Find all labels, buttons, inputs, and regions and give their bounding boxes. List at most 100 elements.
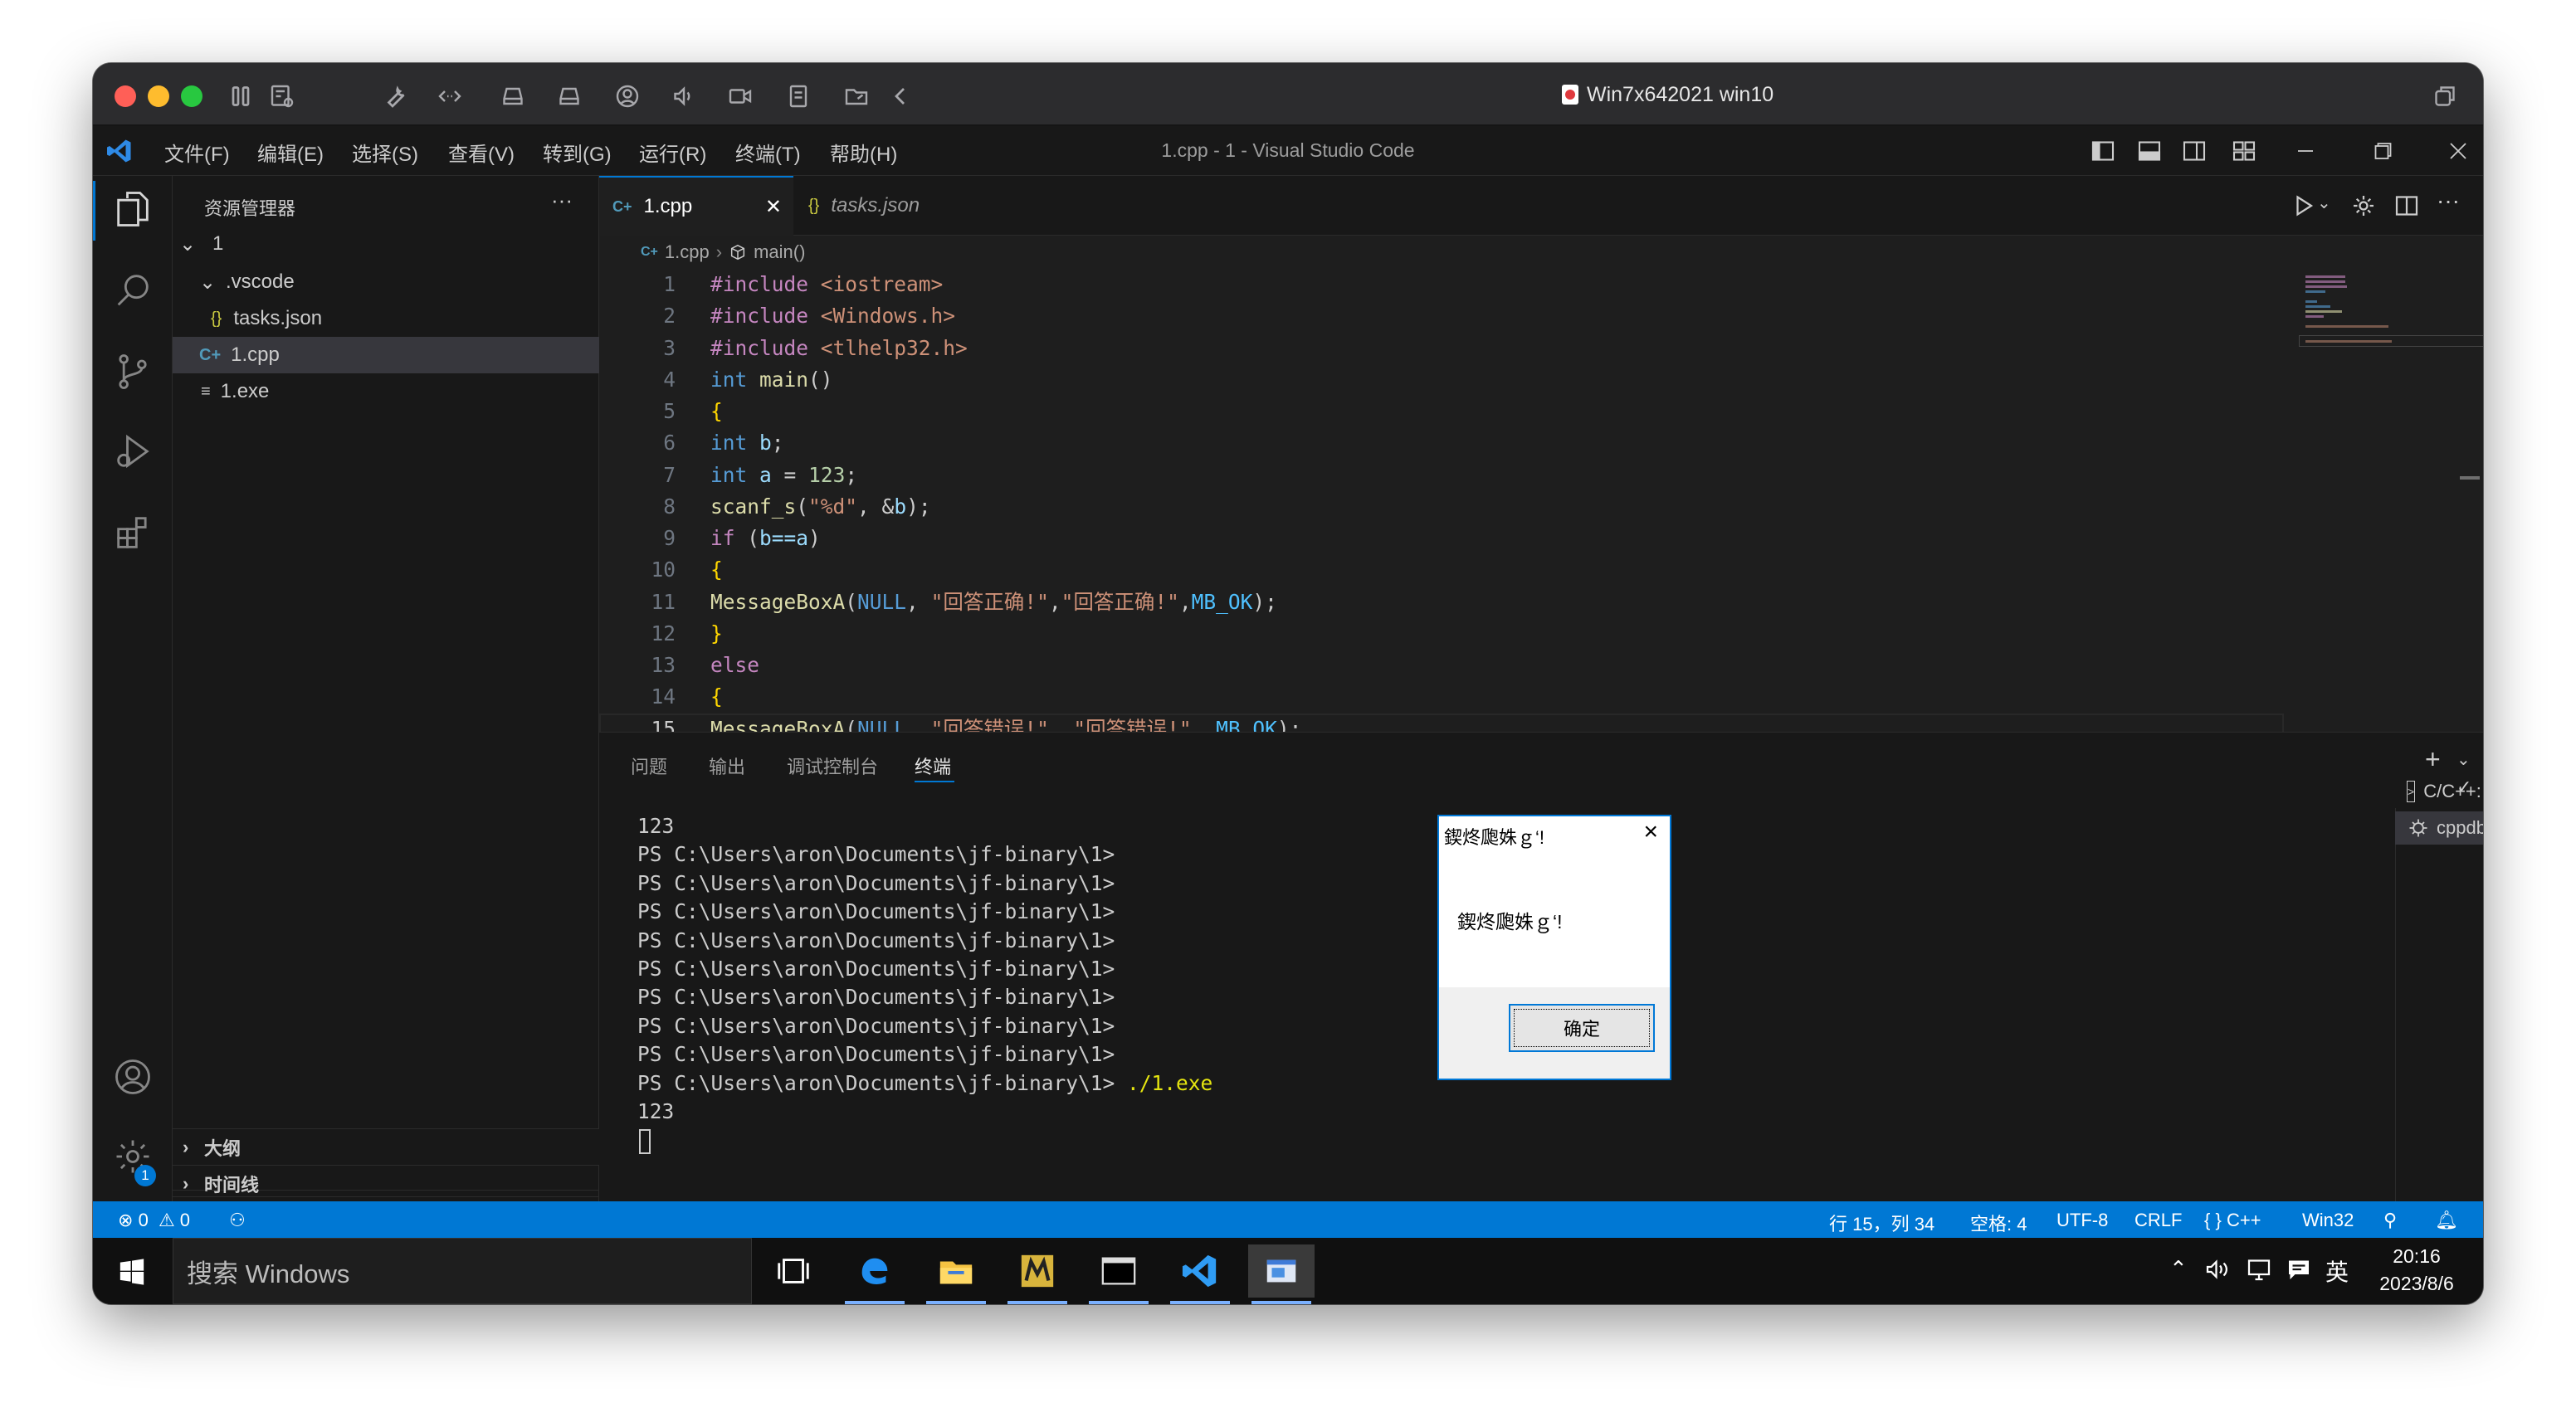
more-actions-button[interactable]: ···: [2437, 188, 2460, 214]
menu-terminal[interactable]: 终端(T): [735, 138, 801, 167]
camera-icon[interactable]: [725, 81, 755, 111]
split-editor-icon[interactable]: [2392, 191, 2422, 221]
menu-view[interactable]: 查看(V): [448, 138, 515, 167]
menu-file[interactable]: 文件(F): [164, 138, 230, 167]
feedback-icon[interactable]: ⚲: [2383, 1210, 2397, 1231]
menu-selection[interactable]: 选择(S): [352, 138, 418, 167]
problems-status[interactable]: ⊗ 0 ⚠ 0: [118, 1210, 190, 1231]
code-line[interactable]: 5{: [599, 396, 2450, 427]
code-line[interactable]: 11 MessageBoxA(NULL, "回答正确!","回答正确!",MB_O…: [599, 587, 2450, 618]
panel-tab-terminal[interactable]: 终端: [915, 752, 951, 779]
volume-icon[interactable]: [2203, 1254, 2232, 1284]
code-line[interactable]: 14 {: [599, 681, 2450, 713]
extensions-icon[interactable]: [111, 511, 154, 554]
minimize-icon[interactable]: [2291, 136, 2320, 166]
close-icon[interactable]: [2443, 136, 2473, 166]
menu-help[interactable]: 帮助(H): [830, 138, 897, 167]
code-line[interactable]: 7 int a = 123;: [599, 460, 2450, 491]
toggle-secondary-sidebar-icon[interactable]: [2179, 136, 2209, 166]
code-line[interactable]: 8 scanf_s("%d", &b);: [599, 491, 2450, 523]
outline-section-row[interactable]: › 大纲: [173, 1128, 599, 1165]
active-app-icon[interactable]: [1248, 1244, 1315, 1304]
console-window-icon[interactable]: [1086, 1244, 1152, 1304]
printer-icon[interactable]: [783, 81, 813, 111]
toggle-primary-sidebar-icon[interactable]: [2088, 136, 2118, 166]
minimize-window-button[interactable]: [148, 85, 169, 107]
file-1-exe[interactable]: ≡ 1.exe: [173, 373, 599, 410]
panel-tab-problems[interactable]: 问题: [631, 752, 667, 779]
explorer-more-button[interactable]: ···: [551, 188, 573, 213]
panel-tab-debug-console[interactable]: 调试控制台: [787, 752, 878, 779]
encoding[interactable]: UTF-8: [2056, 1210, 2108, 1231]
new-terminal-icon[interactable]: +: [2425, 744, 2441, 775]
folder-vscode[interactable]: ⌄ .vscode: [173, 264, 599, 300]
windows-start-icon[interactable]: [118, 1258, 146, 1286]
breadcrumb-symbol[interactable]: main(): [754, 241, 805, 263]
code-line[interactable]: 2 #include <Windows.h>: [599, 300, 2450, 332]
file-tasks-json[interactable]: {} tasks.json: [173, 300, 599, 337]
search-icon[interactable]: [111, 269, 154, 312]
gear-icon[interactable]: [2349, 191, 2378, 221]
file-1-cpp[interactable]: C+ 1.cpp: [173, 337, 599, 373]
platform[interactable]: Win32: [2302, 1210, 2354, 1231]
tab-1-cpp[interactable]: C+ 1.cpp ✕: [599, 176, 793, 236]
explorer-icon[interactable]: [111, 188, 154, 231]
shared-folder-icon[interactable]: [842, 81, 871, 111]
dialog-close-icon[interactable]: ×: [1643, 818, 1658, 846]
network-icon[interactable]: [2244, 1254, 2274, 1284]
code-line[interactable]: 3 #include <tlhelp32.h>: [599, 333, 2450, 364]
clock[interactable]: 20:16 2023/8/6: [2367, 1243, 2466, 1298]
code-line[interactable]: 4 int main(): [599, 364, 2450, 396]
code-line[interactable]: 13 else: [599, 650, 2450, 681]
customize-layout-icon[interactable]: [2229, 136, 2259, 166]
run-file-icon[interactable]: [2289, 191, 2319, 221]
cursor-position[interactable]: 行 15，列 34: [1829, 1210, 1934, 1236]
language-mode[interactable]: { } C++: [2204, 1210, 2261, 1231]
chevron-down-icon[interactable]: ⌄: [2456, 749, 2471, 770]
minimap[interactable]: [2299, 269, 2483, 393]
wrench-icon[interactable]: [380, 81, 410, 111]
folder-root[interactable]: ⌄ 1: [173, 226, 599, 262]
close-window-button[interactable]: [115, 85, 136, 107]
pause-icon[interactable]: [226, 81, 256, 111]
tab-close-icon[interactable]: ✕: [765, 195, 782, 219]
panel-tab-output[interactable]: 输出: [709, 752, 745, 779]
menu-go[interactable]: 转到(G): [543, 138, 612, 167]
ime-indicator[interactable]: 英: [2325, 1254, 2349, 1288]
bell-icon[interactable]: 🔔︎: [2435, 1210, 2458, 1231]
breadcrumb-file[interactable]: 1.cpp: [665, 241, 710, 263]
maximize-icon[interactable]: [2367, 136, 2397, 166]
optical-drive-icon[interactable]: [554, 81, 584, 111]
chevron-left-icon[interactable]: [886, 81, 916, 111]
speaker-icon[interactable]: [669, 81, 699, 111]
task-view-icon[interactable]: [760, 1244, 827, 1298]
file-explorer-icon[interactable]: [923, 1244, 989, 1304]
chevron-up-icon[interactable]: ⌃: [2169, 1256, 2188, 1282]
vscode-taskbar-icon[interactable]: [1167, 1244, 1233, 1304]
notification-icon[interactable]: [2284, 1254, 2314, 1284]
code-line[interactable]: 6 int b;: [599, 427, 2450, 459]
code-line[interactable]: 15 MessageBoxA(NULL, "回答错误!", "回答错误!", MB…: [599, 714, 2284, 733]
code-line[interactable]: 12}: [599, 618, 2450, 650]
terminal-item-2[interactable]: cppdbg: 1.e...: [2395, 811, 2483, 845]
scrollbar-marker[interactable]: [2460, 476, 2480, 480]
toggle-panel-icon[interactable]: [2134, 136, 2164, 166]
menu-run[interactable]: 运行(R): [639, 138, 706, 167]
code-line[interactable]: 10 {: [599, 554, 2450, 586]
restore-icon[interactable]: [2430, 81, 2460, 111]
zoom-window-button[interactable]: [181, 85, 202, 107]
chevron-down-icon[interactable]: ⌄: [2317, 192, 2331, 213]
snapshot-icon[interactable]: [267, 81, 297, 111]
hard-disk-icon[interactable]: [498, 81, 528, 111]
run-debug-icon[interactable]: [111, 430, 154, 473]
taskbar-search-box[interactable]: 搜索 Windows: [173, 1238, 752, 1304]
end-of-line[interactable]: CRLF: [2134, 1210, 2182, 1231]
timeline-section[interactable]: › 时间线: [173, 1165, 599, 1201]
user-share-icon[interactable]: [612, 81, 642, 111]
edge-browser-icon[interactable]: [842, 1244, 908, 1304]
debug-status-icon[interactable]: ⚇: [229, 1210, 246, 1231]
code-editor[interactable]: 1 #include <iostream> 2 #include <Windows.h…: [599, 269, 2450, 732]
code-arrows-icon[interactable]: [435, 81, 465, 111]
accounts-icon[interactable]: [111, 1055, 154, 1098]
app-m-icon[interactable]: [1004, 1244, 1071, 1304]
